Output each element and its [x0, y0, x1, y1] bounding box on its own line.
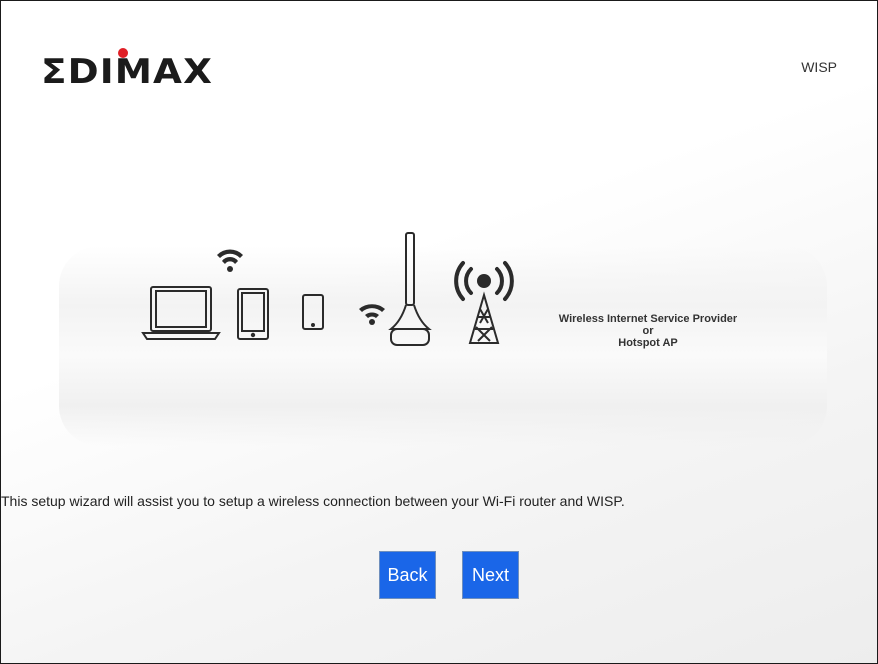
- wifi-icon: [359, 304, 385, 325]
- router-icon: [388, 232, 432, 346]
- wizard-frame: ΣDIMAX WISP Wireless Internet Service Pr…: [0, 0, 878, 664]
- wisp-tower-icon: [468, 291, 500, 344]
- tablet-icon: [237, 288, 269, 340]
- provider-line-3: Hotspot AP: [618, 337, 678, 349]
- wizard-description: This setup wizard will assist you to set…: [1, 493, 625, 509]
- provider-line-2: or: [642, 325, 654, 337]
- laptop-icon: [141, 286, 221, 340]
- next-button[interactable]: Next: [462, 551, 519, 599]
- phone-icon: [302, 294, 324, 330]
- mode-label: WISP: [801, 59, 837, 75]
- back-button[interactable]: Back: [379, 551, 436, 599]
- svg-text:ΣDIMAX: ΣDIMAX: [41, 52, 213, 91]
- wifi-icon: [217, 249, 243, 272]
- provider-line-1: Wireless Internet Service Provider: [558, 313, 738, 325]
- provider-label: Wireless Internet Service Provider or Ho…: [537, 313, 759, 349]
- edimax-logo: ΣDIMAX: [41, 48, 213, 91]
